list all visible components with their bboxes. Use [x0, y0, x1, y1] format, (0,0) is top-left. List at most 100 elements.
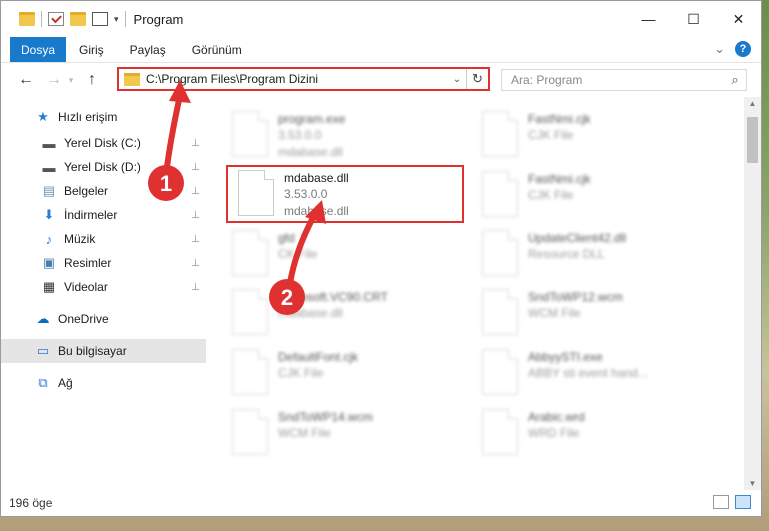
- sidebar-item-label: OneDrive: [58, 312, 109, 326]
- file-tile[interactable]: program.exe 3.53.0.0 mdabase.dll: [228, 109, 458, 163]
- sidebar-item[interactable]: ⬇ İndirmeler ⊥: [1, 203, 206, 227]
- divider: [124, 11, 126, 27]
- file-meta: Arabic.wrd WRD File: [528, 407, 585, 461]
- file-list: ▲ ▼ program.exe 3.53.0.0 mdabase.dll FastNm…: [206, 97, 761, 490]
- star-icon: ★: [37, 109, 49, 124]
- file-tile[interactable]: UpdateClient42.dll Resource DLL: [478, 228, 708, 282]
- pictures-icon: ▣: [42, 255, 56, 270]
- file-tile[interactable]: gfd CK File: [228, 228, 458, 282]
- file-icon: [232, 349, 268, 395]
- file-icon: [232, 409, 268, 455]
- address-dropdown-icon[interactable]: ⌄: [448, 74, 466, 85]
- sidebar-item-label: Ağ: [58, 376, 73, 390]
- details-view-icon[interactable]: [713, 495, 729, 509]
- sidebar-item-label: Yerel Disk (D:): [64, 160, 141, 174]
- videos-icon: ▦: [42, 279, 56, 294]
- file-tile[interactable]: Arabic.wrd WRD File: [478, 407, 708, 461]
- sidebar-item[interactable]: ♪ Müzik ⊥: [1, 227, 206, 251]
- sidebar-item[interactable]: ▦ Videolar ⊥: [1, 275, 206, 299]
- tab-file[interactable]: Dosya: [10, 37, 66, 62]
- file-tile[interactable]: SndToWP12.wcm WCM File: [478, 287, 708, 341]
- file-detail: WRD File: [528, 426, 580, 440]
- file-icon: [232, 111, 268, 157]
- back-arrow-icon[interactable]: ←: [15, 71, 37, 89]
- search-icon: ⌕: [731, 72, 739, 87]
- sidebar-item-label: Belgeler: [64, 184, 109, 198]
- sidebar-item-label: Yerel Disk (C:): [64, 136, 141, 150]
- pin-icon[interactable]: ⊥: [191, 282, 200, 293]
- sidebar-item[interactable]: ⧉ Ağ: [1, 371, 206, 395]
- file-name: UpdateClient42.dll: [528, 231, 627, 245]
- file-meta: SndToWP12.wcm WCM File: [528, 287, 623, 341]
- file-tile[interactable]: FastNmi.cjk CJK File: [478, 169, 708, 223]
- file-meta: DefaultFont.cjk CJK File: [278, 347, 358, 401]
- forward-arrow-icon[interactable]: →: [43, 71, 65, 89]
- file-name: Arabic.wrd: [528, 410, 585, 424]
- file-meta: Microsoft.VC90.CRT mdabase.dll: [278, 287, 388, 341]
- sidebar-item[interactable]: ▣ Resimler ⊥: [1, 251, 206, 275]
- sidebar-item[interactable]: ★ Hızlı erişim: [1, 105, 206, 129]
- tab-home[interactable]: Giriş: [66, 37, 117, 62]
- pin-icon[interactable]: ⊥: [191, 162, 200, 173]
- sidebar-item[interactable]: ☁ OneDrive: [1, 307, 206, 331]
- help-icon[interactable]: ?: [735, 41, 751, 57]
- tab-view[interactable]: Görünüm: [179, 37, 255, 62]
- file-name: FastNmi.cjk: [528, 172, 591, 186]
- status-bar: 196 öge: [1, 490, 761, 516]
- close-button[interactable]: ✕: [716, 1, 761, 37]
- file-icon: [482, 289, 518, 335]
- search-input[interactable]: Ara: Program: [511, 73, 724, 87]
- scroll-up-icon[interactable]: ▲: [744, 99, 761, 108]
- tiles-view-icon[interactable]: [735, 495, 751, 509]
- search-box[interactable]: Ara: Program ⌕: [501, 69, 747, 91]
- file-tile[interactable]: SndToWP14.wcm WCM File: [228, 407, 458, 461]
- quick-access-toolbar: ▾: [19, 11, 126, 27]
- cloud-icon: ☁: [36, 311, 50, 326]
- sidebar-item[interactable]: ▬ Yerel Disk (C:) ⊥: [1, 131, 206, 155]
- window-controls: — ☐ ✕: [626, 1, 761, 37]
- scroll-down-icon[interactable]: ▼: [744, 479, 761, 488]
- up-arrow-icon[interactable]: ↑: [81, 71, 103, 89]
- file-tile[interactable]: FastNmi.cjk CJK File: [478, 109, 708, 163]
- pin-icon[interactable]: ⊥: [191, 234, 200, 245]
- pin-icon[interactable]: ⊥: [191, 258, 200, 269]
- pin-icon[interactable]: ⊥: [191, 186, 200, 197]
- file-tile[interactable]: AbbyySTI.exe ABBY sti event hand...: [478, 347, 708, 401]
- vertical-scrollbar[interactable]: ▲ ▼: [744, 97, 761, 490]
- sidebar-item[interactable]: ▤ Belgeler ⊥: [1, 179, 206, 203]
- file-detail: CK File: [278, 247, 318, 261]
- view-options-icon[interactable]: [92, 12, 108, 26]
- pin-icon[interactable]: ⊥: [191, 138, 200, 149]
- file-meta: FastNmi.cjk CJK File: [528, 109, 591, 163]
- expand-ribbon-chevron-icon[interactable]: ⌄: [714, 41, 725, 57]
- file-tile[interactable]: Microsoft.VC90.CRT mdabase.dll: [228, 287, 458, 341]
- sidebar-item[interactable]: ▬ Yerel Disk (D:) ⊥: [1, 155, 206, 179]
- file-detail: CJK File: [528, 128, 574, 142]
- sidebar-item-label: Müzik: [64, 232, 96, 246]
- new-folder-icon[interactable]: [70, 12, 86, 26]
- properties-icon[interactable]: [48, 12, 64, 26]
- address-bar[interactable]: C:\Program Files\Program Dizini ⌄ ↻: [117, 67, 490, 91]
- customize-toolbar-chevron-icon[interactable]: ▾: [114, 14, 119, 25]
- file-name: DefaultFont.cjk: [278, 350, 359, 364]
- recent-locations-chevron-icon[interactable]: ▾: [65, 75, 77, 86]
- maximize-button[interactable]: ☐: [671, 1, 716, 37]
- pin-icon[interactable]: ⊥: [191, 210, 200, 221]
- tab-share[interactable]: Paylaş: [117, 37, 179, 62]
- highlight-box: [226, 165, 464, 223]
- folder-icon: [19, 12, 35, 26]
- minimize-button[interactable]: —: [626, 1, 671, 37]
- drive-icon: ▬: [42, 135, 56, 151]
- file-tile[interactable]: DefaultFont.cjk CJK File: [228, 347, 458, 401]
- refresh-icon[interactable]: ↻: [466, 69, 488, 89]
- sidebar-item[interactable]: ▭ Bu bilgisayar: [1, 339, 206, 363]
- file-meta: gfd CK File: [278, 228, 317, 282]
- file-name: program.exe: [278, 112, 346, 126]
- file-detail: ABBY sti event hand...: [528, 366, 648, 380]
- address-path[interactable]: C:\Program Files\Program Dizini: [146, 72, 448, 86]
- divider: [41, 11, 42, 27]
- scrollbar-thumb[interactable]: [747, 117, 758, 163]
- file-detail: CJK File: [528, 188, 574, 202]
- window-title: Program: [133, 11, 184, 27]
- computer-icon: ▭: [36, 343, 50, 358]
